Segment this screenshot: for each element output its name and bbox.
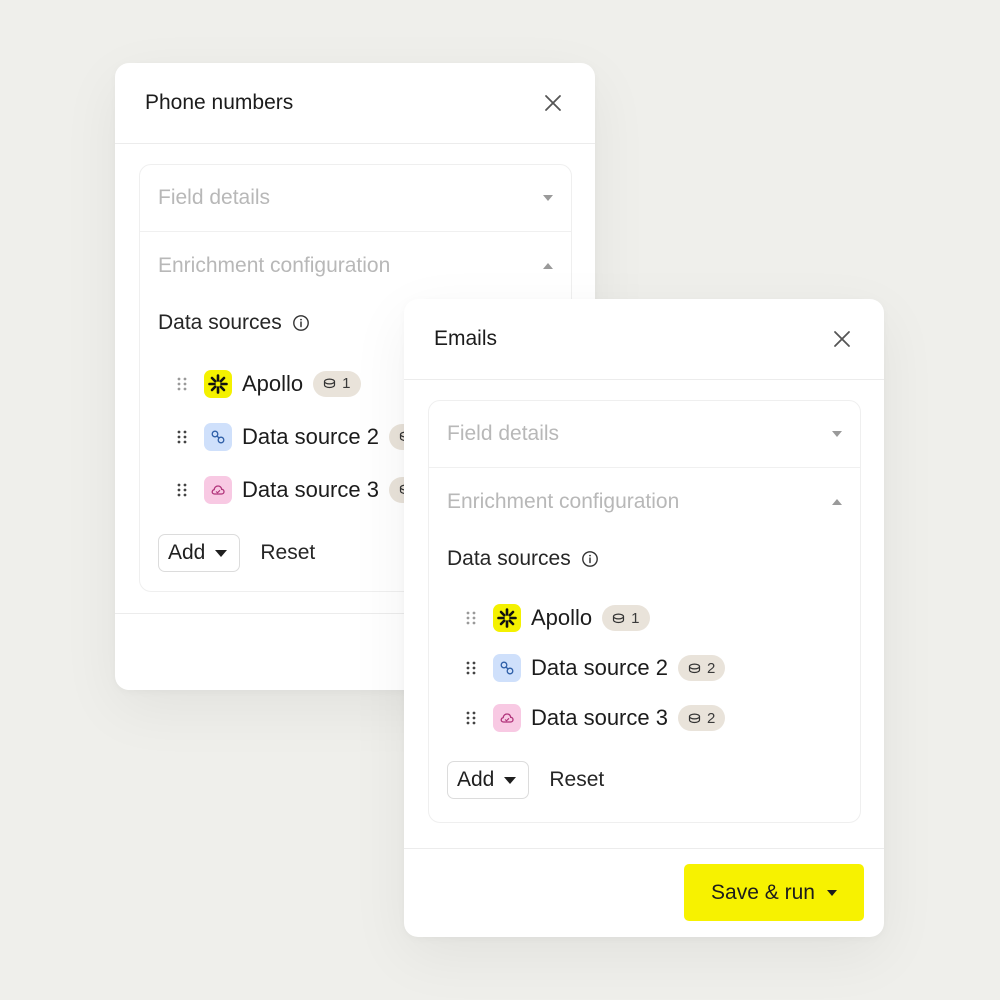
drag-handle-icon[interactable] <box>465 710 477 726</box>
coins-icon <box>324 378 336 389</box>
reset-button[interactable]: Reset <box>549 768 604 792</box>
chevron-up-icon <box>832 498 842 505</box>
data-sources-heading: Data sources <box>429 537 860 581</box>
field-details-section[interactable]: Field details <box>429 401 860 468</box>
cloud-icon <box>493 704 521 732</box>
info-icon[interactable] <box>581 550 599 568</box>
chevron-up-icon <box>543 262 553 269</box>
list-item[interactable]: Data source 3 2 <box>465 693 860 743</box>
list-item[interactable]: Data source 2 2 <box>465 643 860 693</box>
cloud-icon <box>204 475 232 504</box>
panel-title: Phone numbers <box>145 91 294 114</box>
field-details-label: Field details <box>447 422 560 445</box>
credit-count: 1 <box>342 375 351 392</box>
panel-footer: Save & run <box>404 848 884 937</box>
credit-badge: 2 <box>677 705 726 731</box>
enrichment-label: Enrichment configuration <box>447 489 680 513</box>
drag-handle-icon[interactable] <box>176 376 188 392</box>
coins-icon <box>688 662 701 673</box>
credit-badge: 1 <box>602 605 650 631</box>
panel-header: Phone numbers <box>115 63 595 144</box>
source-name: Data source 2 <box>531 655 668 680</box>
link-icon <box>493 654 521 682</box>
close-icon[interactable] <box>541 91 565 115</box>
source-name: Data source 2 <box>242 423 379 449</box>
credit-count: 2 <box>706 709 716 727</box>
source-name: Data source 3 <box>531 705 668 730</box>
drag-handle-icon[interactable] <box>465 610 477 626</box>
chevron-down-icon <box>543 195 553 201</box>
config-card: Field details Enrichment configuration D… <box>428 400 861 823</box>
chevron-down-icon <box>504 776 517 784</box>
data-source-list: Apollo 1 Data source 2 2 <box>429 593 860 743</box>
chevron-down-icon <box>832 431 842 437</box>
field-details-section[interactable]: Field details <box>140 165 571 232</box>
save-and-run-button[interactable]: Save & run <box>684 864 864 921</box>
source-name: Data source 3 <box>242 476 379 502</box>
credit-count: 2 <box>706 659 716 677</box>
add-label: Add <box>168 541 206 564</box>
enrichment-label: Enrichment configuration <box>158 253 391 277</box>
data-sources-label: Data sources <box>447 547 571 570</box>
enrichment-section[interactable]: Enrichment configuration <box>429 468 860 535</box>
data-sources-label: Data sources <box>158 311 282 334</box>
add-label: Add <box>457 768 495 791</box>
chevron-down-icon <box>215 549 228 557</box>
emails-panel: Emails Field details Enrichment configur… <box>404 299 884 937</box>
add-source-button[interactable]: Add <box>447 761 530 799</box>
coins-icon <box>688 712 701 723</box>
info-icon[interactable] <box>292 314 310 332</box>
save-run-label: Save & run <box>711 880 815 904</box>
apollo-icon <box>493 604 521 632</box>
drag-handle-icon[interactable] <box>176 429 188 445</box>
panel-header: Emails <box>404 299 884 380</box>
coins-icon <box>613 612 625 623</box>
source-actions: Add Reset <box>429 761 860 799</box>
source-name: Apollo <box>531 605 593 630</box>
credit-badge: 1 <box>313 370 361 397</box>
drag-handle-icon[interactable] <box>176 482 188 498</box>
drag-handle-icon[interactable] <box>465 660 477 676</box>
panel-title: Emails <box>434 327 498 350</box>
add-source-button[interactable]: Add <box>158 534 241 572</box>
enrichment-section[interactable]: Enrichment configuration <box>140 232 571 299</box>
apollo-icon <box>204 369 232 398</box>
credit-badge: 2 <box>677 655 726 681</box>
list-item[interactable]: Apollo 1 <box>465 593 860 643</box>
source-name: Apollo <box>242 370 304 396</box>
field-details-label: Field details <box>158 186 271 209</box>
credit-count: 1 <box>631 609 640 627</box>
reset-button[interactable]: Reset <box>260 541 315 565</box>
link-icon <box>204 422 232 451</box>
chevron-down-icon[interactable] <box>826 889 837 896</box>
close-icon[interactable] <box>830 327 854 351</box>
